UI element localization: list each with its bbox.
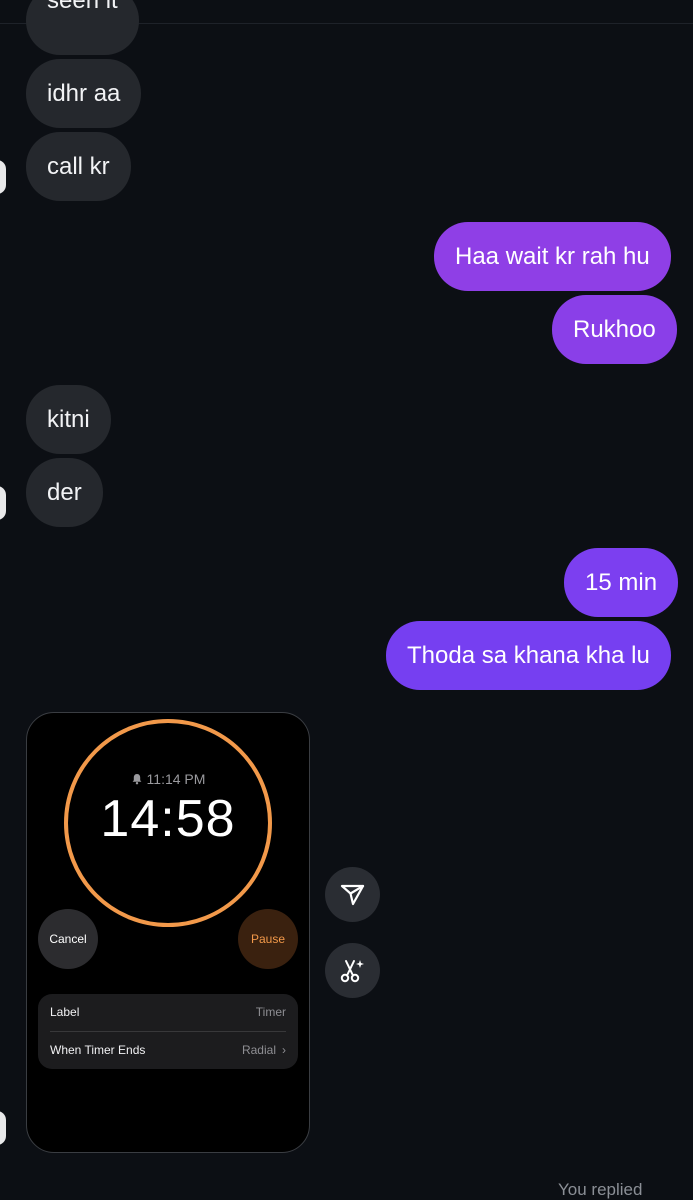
chevron-right-icon: ›	[282, 1043, 286, 1057]
message-bubble-outgoing[interactable]: 15 min	[564, 548, 679, 617]
cancel-button[interactable]: Cancel	[38, 909, 98, 969]
message-bubble-incoming[interactable]: idhr aa	[26, 59, 142, 128]
message-bubble-incoming[interactable]: der	[26, 458, 103, 527]
message-text: 15 min	[585, 569, 658, 596]
shared-screenshot-message[interactable]: 11:14 PM 14:58 Cancel Pause Label Timer …	[26, 712, 310, 1153]
message-text: Rukhoo	[573, 316, 656, 343]
scissors-sparkle-icon	[340, 960, 364, 983]
message-text: seen it	[47, 0, 118, 14]
ends-row-title: When Timer Ends	[50, 1043, 146, 1057]
message-bubble-incoming[interactable]: call kr	[26, 132, 131, 201]
message-bubble-outgoing[interactable]: Rukhoo	[552, 295, 677, 364]
ends-row-value: Radial	[241, 1043, 276, 1057]
sender-avatar[interactable]	[0, 1111, 6, 1145]
label-row-title: Label	[50, 1005, 80, 1019]
when-timer-ends-row[interactable]: When Timer Ends Radial ›	[50, 1032, 286, 1069]
message-text: idhr aa	[47, 80, 121, 107]
message-text: der	[47, 479, 82, 506]
ends-row-value-wrap: Radial ›	[242, 1032, 286, 1069]
timer-end-time: 11:14 PM	[27, 771, 309, 787]
message-bubble-outgoing[interactable]: Thoda sa khana kha lu	[386, 621, 671, 690]
sender-avatar[interactable]	[0, 160, 6, 194]
remix-button[interactable]	[325, 943, 380, 998]
bell-icon	[132, 774, 141, 785]
message-bubble-incoming[interactable]: kitni	[26, 385, 111, 454]
label-row[interactable]: Label Timer	[50, 994, 286, 1032]
message-bubble-outgoing[interactable]: Haa wait kr rah hu	[434, 222, 671, 291]
message-text: kitni	[47, 406, 90, 433]
reply-status: You replied	[558, 1180, 643, 1199]
countdown-display: 14:58	[100, 790, 236, 848]
sender-avatar[interactable]	[0, 486, 6, 520]
label-row-value: Timer	[255, 1005, 286, 1019]
pause-label: Pause	[250, 932, 286, 946]
pause-button[interactable]: Pause	[238, 909, 298, 969]
chat-screen: seen it idhr aa call kr Haa wait kr rah …	[0, 0, 693, 1200]
timer-settings-list: Label Timer When Timer Ends Radial ›	[38, 994, 298, 1069]
message-text: call kr	[47, 153, 110, 180]
alarm-time-text: 11:14 PM	[146, 771, 206, 787]
message-bubble-incoming[interactable]: seen it	[26, 0, 139, 55]
share-button[interactable]	[325, 867, 380, 922]
paper-plane-icon	[340, 884, 365, 906]
message-text: Thoda sa khana kha lu	[407, 642, 650, 669]
cancel-label: Cancel	[49, 932, 87, 946]
message-text: Haa wait kr rah hu	[455, 243, 650, 270]
